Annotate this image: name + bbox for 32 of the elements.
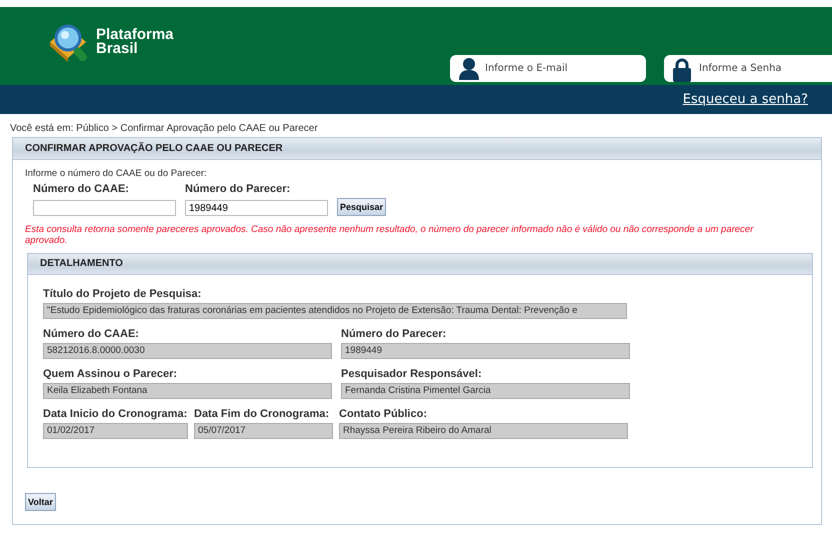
notice-text: Esta consulta retorna somente pareceres aprovados. Caso não apresente nenhum resultado, o número do parecer informado não é válido ou não corresponde a um parecer aprovado.: [25, 224, 754, 246]
forgot-password-link[interactable]: Esqueceu a senha?: [682, 92, 808, 107]
input-field[interactable]: 1989449: [185, 200, 328, 216]
panel-title: CONFIRMAR APROVAÇÃO PELO CAAE OU PARECER: [13, 138, 821, 160]
logo-text: Plataforma: [96, 28, 174, 42]
field-label: Número do Parecer:: [341, 328, 448, 340]
detail-title: DETALHAMENTO: [28, 254, 812, 275]
password-field[interactable]: Informe a Senha: [664, 55, 832, 82]
field-label: Quem Assinou o Parecer:: [43, 368, 178, 380]
readonly-field: Rhayssa Pereira Ribeiro do Amaral: [339, 423, 628, 439]
readonly-field: 01/02/2017: [43, 423, 188, 439]
search-button[interactable]: Pesquisar: [337, 198, 386, 216]
readonly-field: "Estudo Epidemiológico das fraturas coronárias em pacientes atendidos no Projeto de Extensão: Trauma Dental: Prevenção e: [43, 303, 627, 319]
field-label: Título do Projeto de Pesquisa:: [43, 288, 202, 300]
field-label: Data Inicio do Cronograma:: [43, 408, 188, 420]
field-label: Número do CAAE:: [43, 328, 140, 340]
field-label: Data Fim do Cronograma:: [194, 408, 330, 420]
readonly-field: Fernanda Cristina Pimentel Garcia: [341, 383, 630, 399]
breadcrumb: Você está em: Público > Confirmar Aprovação pelo CAAE ou Parecer: [10, 123, 319, 134]
instruction-text: Informe o número do CAAE ou do Parecer:: [25, 168, 208, 179]
readonly-field: Keila Elizabeth Fontana: [43, 383, 332, 399]
email-field[interactable]: Informe o E-mail: [450, 55, 646, 82]
field-label: Pesquisador Responsável:: [341, 368, 483, 380]
field-label: Número do CAAE:: [33, 183, 130, 195]
readonly-field: 05/07/2017: [194, 423, 333, 439]
readonly-field: 58212016.8.0000.0030: [43, 343, 332, 359]
field-label: Número do Parecer:: [185, 183, 292, 195]
field-label: Contato Público:: [339, 408, 428, 420]
input-field[interactable]: [33, 200, 176, 216]
back-button[interactable]: Voltar: [25, 493, 56, 511]
readonly-field: 1989449: [341, 343, 630, 359]
logo-text: Brasil: [96, 42, 139, 56]
